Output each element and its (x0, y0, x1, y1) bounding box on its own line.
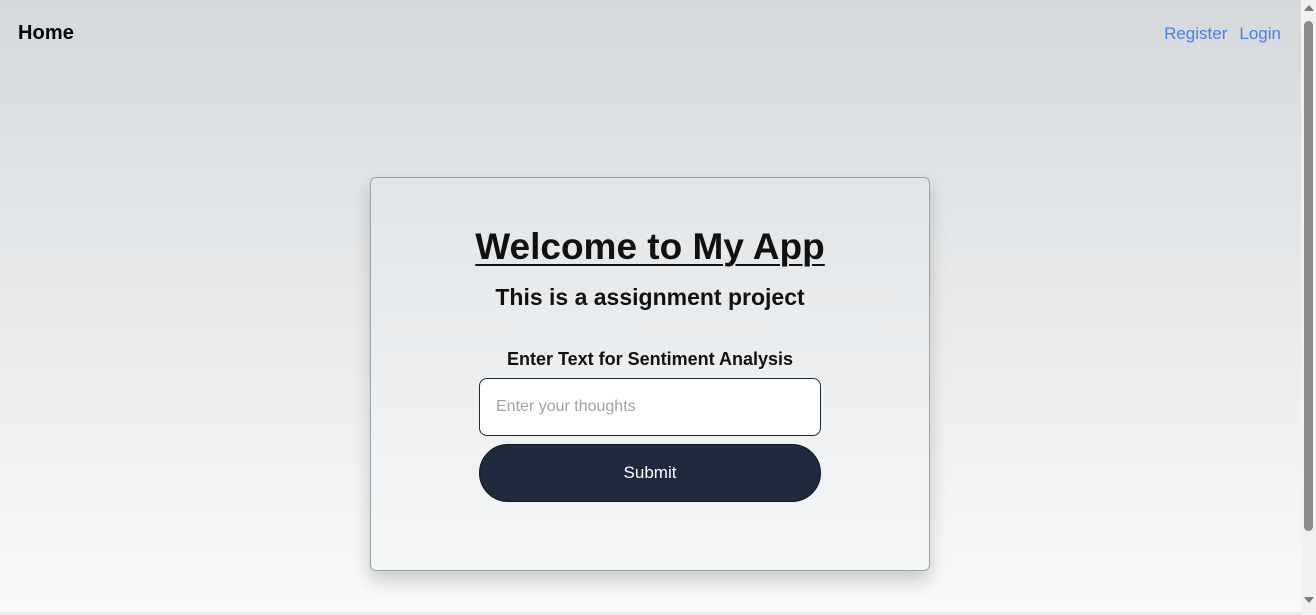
top-navbar: Home Register Login (0, 0, 1301, 68)
scroll-up-arrow-icon[interactable] (1304, 5, 1314, 11)
submit-button[interactable]: Submit (479, 444, 821, 502)
scroll-down-arrow-icon[interactable] (1304, 597, 1314, 603)
sentiment-input-label: Enter Text for Sentiment Analysis (506, 349, 794, 369)
scrollbar-thumb[interactable] (1304, 21, 1313, 531)
page-subtitle: This is a assignment project (495, 284, 805, 310)
page-background: Home Register Login Welcome to My App Th… (0, 0, 1301, 612)
page-title: Welcome to My App (475, 226, 825, 267)
home-link[interactable]: Home (18, 22, 74, 45)
nav-links: Register Login (1164, 24, 1281, 44)
login-link[interactable]: Login (1239, 24, 1281, 44)
sentiment-text-input[interactable] (479, 378, 821, 436)
sentiment-card: Welcome to My App This is a assignment p… (370, 177, 930, 571)
vertical-scrollbar[interactable] (1301, 0, 1316, 615)
register-link[interactable]: Register (1164, 24, 1227, 44)
